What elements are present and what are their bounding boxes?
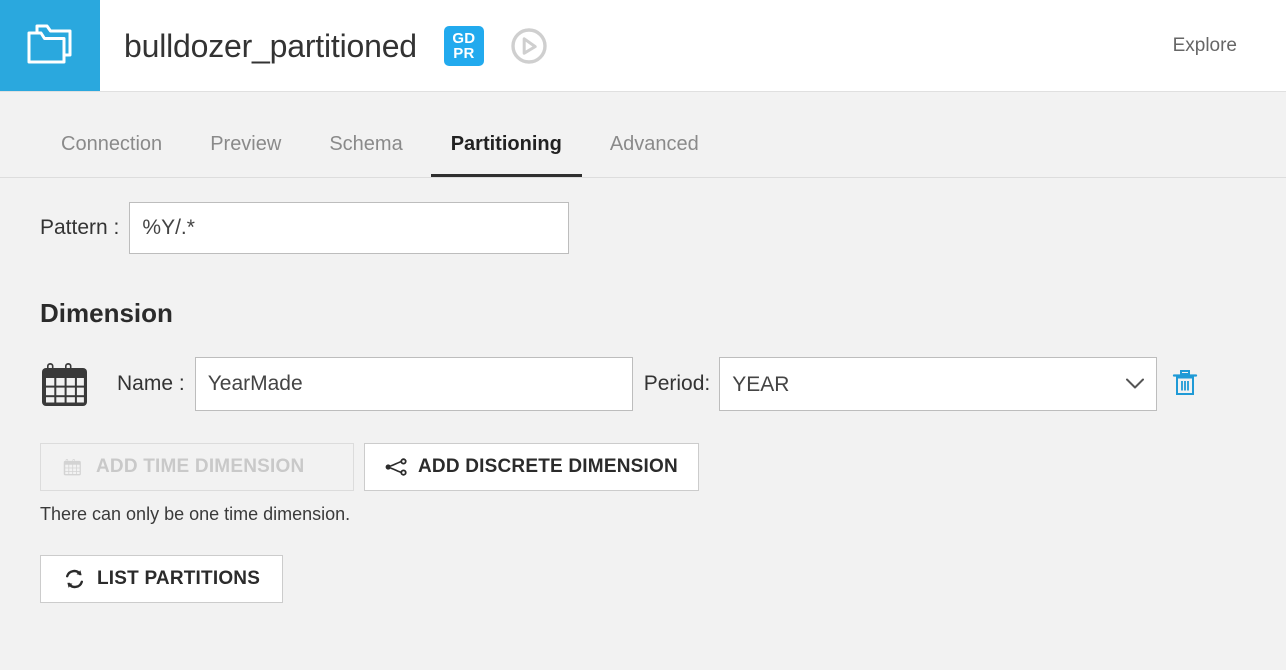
- trash-icon: [1172, 368, 1198, 401]
- list-partitions-button[interactable]: LIST PARTITIONS: [40, 555, 284, 603]
- time-dimension-note: There can only be one time dimension.: [40, 504, 351, 524]
- gdpr-badge-line1: GD: [452, 30, 476, 47]
- calendar-icon: [63, 456, 85, 478]
- list-partitions-label: LIST PARTITIONS: [97, 568, 261, 589]
- pattern-row: Pattern :: [40, 202, 1286, 254]
- dimension-name-input[interactable]: [194, 357, 633, 411]
- dataset-type-icon-tile: [0, 0, 100, 92]
- tab-advanced[interactable]: Advanced: [586, 133, 723, 178]
- add-discrete-dimension-button[interactable]: ADD DISCRETE DIMENSION: [364, 443, 699, 491]
- add-time-dimension-button[interactable]: ADD TIME DIMENSION: [40, 443, 354, 491]
- dimension-period-select-wrapper: YEAR: [719, 357, 1158, 411]
- delete-dimension-button[interactable]: [1172, 368, 1198, 401]
- dataiku-circle-icon[interactable]: [510, 27, 548, 65]
- tab-connection[interactable]: Connection: [37, 133, 186, 178]
- tab-preview[interactable]: Preview: [186, 133, 305, 178]
- tab-bar-divider: [0, 177, 1286, 178]
- dimension-buttons-row: ADD TIME DIMENSION ADD DISCRETE DIMENSIO…: [40, 443, 1286, 491]
- tab-bar: Connection Preview Schema Partitioning A…: [0, 92, 1286, 178]
- dimension-section-heading: Dimension: [40, 298, 173, 328]
- refresh-icon: [63, 568, 86, 590]
- tab-partitioning[interactable]: Partitioning: [427, 133, 586, 178]
- page-title: bulldozer_partitioned: [124, 27, 417, 64]
- pattern-label: Pattern :: [40, 216, 120, 239]
- gdpr-badge: GD PR: [443, 26, 484, 66]
- pattern-input[interactable]: [129, 202, 570, 254]
- add-discrete-dimension-label: ADD DISCRETE DIMENSION: [418, 456, 678, 477]
- dimension-period-label: Period:: [643, 372, 711, 395]
- page-header: bulldozer_partitioned GD PR Explore: [0, 0, 1286, 92]
- add-time-dimension-label: ADD TIME DIMENSION: [96, 456, 305, 477]
- dimension-period-select[interactable]: YEAR: [719, 357, 1158, 411]
- gdpr-badge-line2: PR: [453, 45, 475, 62]
- dimension-row: Name : Period: YEAR: [40, 355, 1286, 413]
- calendar-icon: [40, 355, 98, 413]
- explore-link[interactable]: Explore: [1173, 35, 1237, 57]
- tab-schema[interactable]: Schema: [305, 133, 426, 178]
- folders-icon: [23, 21, 77, 72]
- sitemap-icon: [385, 458, 407, 476]
- partitioning-panel: Pattern : Dimension: [0, 202, 1286, 603]
- dimension-name-label: Name :: [117, 372, 185, 395]
